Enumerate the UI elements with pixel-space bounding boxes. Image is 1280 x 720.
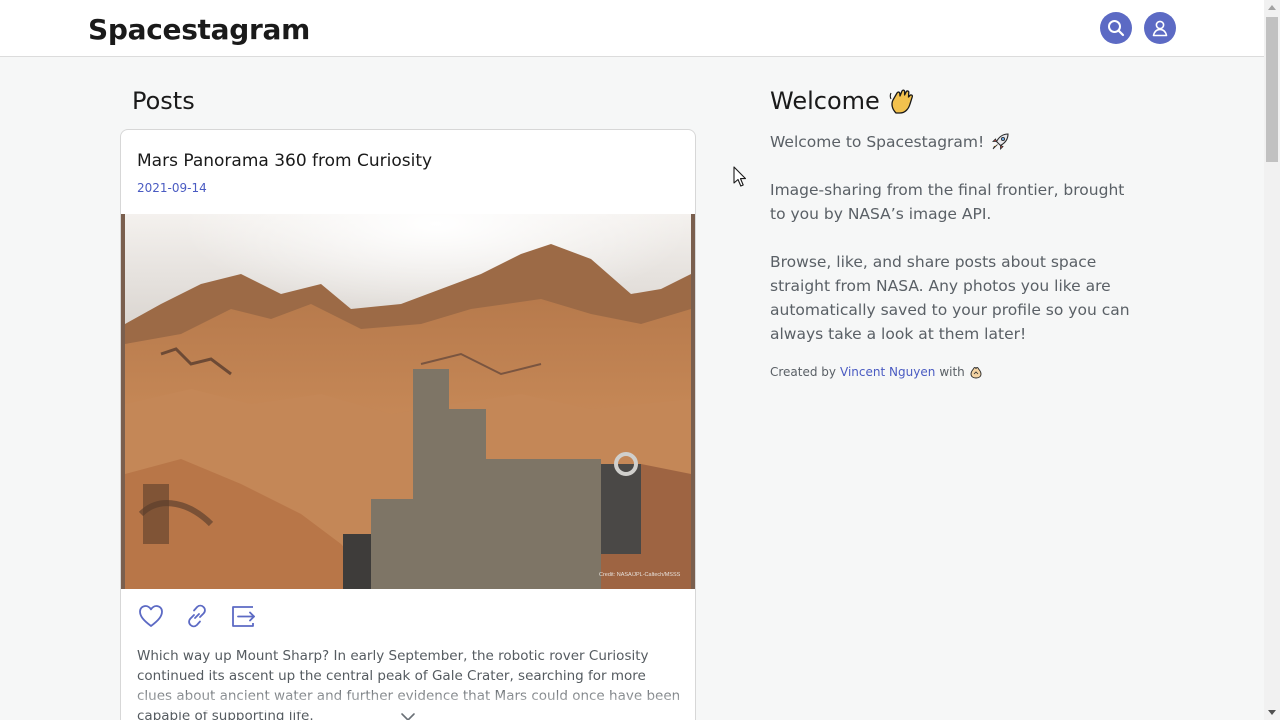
account-button[interactable] xyxy=(1144,12,1176,44)
rocket-icon xyxy=(992,133,1009,150)
top-bar: Spacestagram xyxy=(0,0,1264,57)
scroll-up-arrow[interactable] xyxy=(1268,5,1276,10)
author-link[interactable]: Vincent Nguyen xyxy=(840,365,935,379)
welcome-heading-row: Welcome xyxy=(770,87,916,115)
post-title: Mars Panorama 360 from Curiosity xyxy=(137,151,433,171)
credit-prefix: Created by xyxy=(770,365,837,379)
heart-hands-icon xyxy=(970,367,982,379)
photo-credit-text: Credit: NASA/JPL-Caltech/MSSS xyxy=(599,572,681,578)
welcome-heading: Welcome xyxy=(770,87,880,115)
heart-icon xyxy=(139,605,163,627)
welcome-text: Welcome to Spacestagram! Image-sharing f… xyxy=(770,130,1140,370)
credit-suffix: with xyxy=(939,365,965,379)
link-icon xyxy=(188,604,206,628)
share-button[interactable] xyxy=(229,602,257,630)
copy-link-button[interactable] xyxy=(183,602,211,630)
share-icon xyxy=(232,606,255,627)
chevron-down-icon[interactable] xyxy=(399,712,417,720)
credit-line: Created by Vincent Nguyen with xyxy=(770,365,983,379)
welcome-instructions: Browse, like, and share posts about spac… xyxy=(770,253,1130,343)
welcome-intro-row: Welcome to Spacestagram! xyxy=(770,130,1140,154)
welcome-description: Image-sharing from the final frontier, b… xyxy=(770,181,1125,223)
posts-heading: Posts xyxy=(132,87,195,115)
scroll-thumb[interactable] xyxy=(1266,17,1278,162)
brand-title[interactable]: Spacestagram xyxy=(88,13,310,46)
post-photo[interactable]: Credit: NASA/JPL-Caltech/MSSS xyxy=(121,214,695,589)
welcome-intro: Welcome to Spacestagram! xyxy=(770,133,985,151)
mouse-pointer-icon xyxy=(733,166,747,187)
user-icon xyxy=(1152,20,1168,37)
post-card: Mars Panorama 360 from Curiosity 2021-09… xyxy=(120,129,696,720)
scroll-down-arrow[interactable] xyxy=(1268,710,1276,715)
post-actions xyxy=(137,602,257,630)
post-date: 2021-09-14 xyxy=(137,181,207,195)
page-scrollbar[interactable] xyxy=(1264,0,1280,720)
like-button[interactable] xyxy=(137,602,165,630)
waving-hand-icon xyxy=(889,89,913,114)
search-icon xyxy=(1108,20,1125,37)
search-button[interactable] xyxy=(1100,12,1132,44)
mars-panorama-image: Credit: NASA/JPL-Caltech/MSSS xyxy=(121,214,695,589)
description-fade xyxy=(121,686,695,712)
